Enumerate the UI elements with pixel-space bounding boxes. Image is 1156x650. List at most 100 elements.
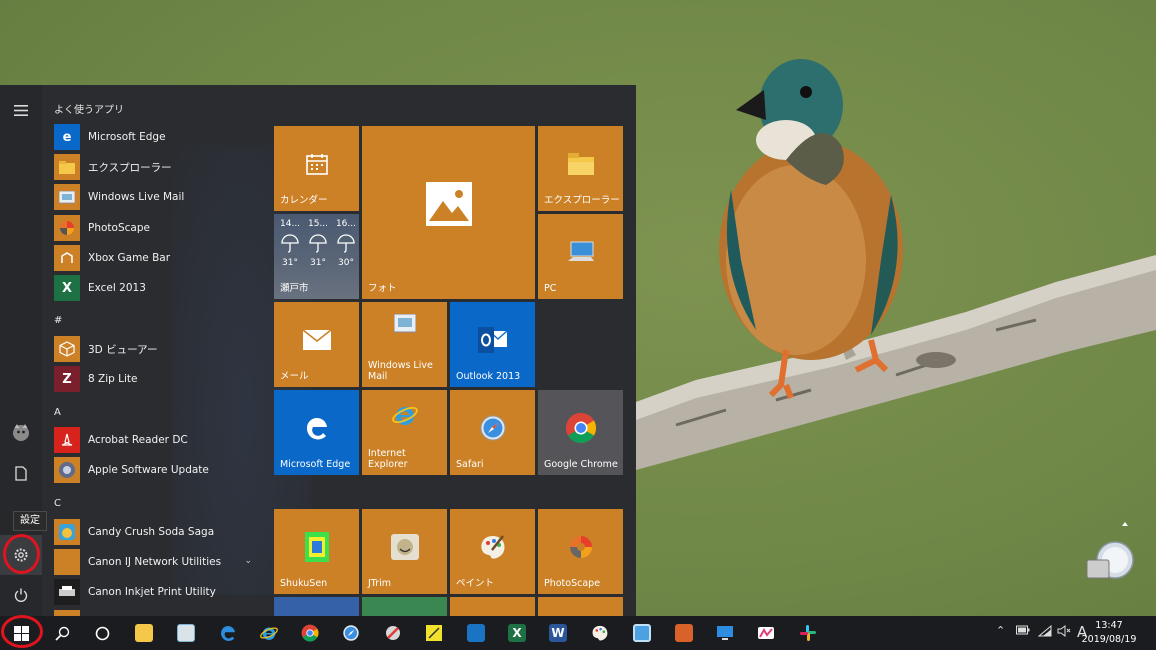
app-item-canon-inkjet-print-utility[interactable]: Canon Inkjet Print Utility	[54, 578, 262, 606]
mail-envelope-icon	[302, 330, 331, 351]
candy-crush-icon	[54, 519, 80, 545]
printer-icon	[54, 579, 80, 605]
tile-paint[interactable]: ペイント	[450, 509, 535, 594]
taskbar-paint[interactable]	[580, 616, 620, 650]
power-icon[interactable]	[0, 575, 42, 615]
app-item-windows-live-mail[interactable]: Windows Live Mail	[54, 183, 262, 211]
folder-icon	[567, 153, 594, 176]
tile-mail[interactable]: メール	[274, 302, 359, 387]
app-item-candy-crush-soda-saga[interactable]: Candy Crush Soda Saga	[54, 518, 262, 546]
taskbar-app-window[interactable]	[622, 616, 662, 650]
app-item-microsoft-edge[interactable]: e Microsoft Edge	[54, 123, 262, 151]
tile-google-chrome[interactable]: Google Chrome	[538, 390, 623, 475]
app-item-explorer[interactable]: エクスプローラー	[54, 153, 262, 181]
folder-icon	[135, 624, 153, 642]
tile-label: Safari	[456, 459, 484, 470]
wifi-icon[interactable]	[1037, 624, 1052, 640]
tile-photoscape[interactable]: PhotoScape	[538, 509, 623, 594]
taskbar-clock[interactable]: 13:47 2019/08/19	[1074, 619, 1144, 647]
taskbar-excel[interactable]: X	[497, 616, 537, 650]
taskbar-windows-live-mail[interactable]	[166, 616, 206, 650]
desktop-gadget-icon[interactable]	[1085, 522, 1135, 582]
8-zip-icon: Z	[54, 366, 80, 392]
app-label: 8 Zip Lite	[88, 373, 138, 385]
taskbar-explorer[interactable]	[124, 616, 164, 650]
excel-icon: X	[54, 275, 80, 301]
section-header-c[interactable]: C	[54, 498, 61, 509]
app-item-acrobat-reader-dc[interactable]: Acrobat Reader DC	[54, 426, 262, 454]
app-item-3d-viewer[interactable]: 3D ビューアー	[54, 335, 262, 363]
chrome-icon	[301, 624, 319, 642]
tile-explorer[interactable]: エクスプローラー	[538, 126, 623, 211]
app-item-8-zip-lite[interactable]: Z 8 Zip Lite	[54, 365, 262, 393]
app-blue-icon	[467, 624, 485, 642]
taskbar-paint-brush-app[interactable]	[373, 616, 413, 650]
taskbar-app-color[interactable]	[746, 616, 786, 650]
app-item-xbox-game-bar[interactable]: Xbox Game Bar	[54, 244, 262, 272]
tile-microsoft-edge[interactable]: Microsoft Edge	[274, 390, 359, 475]
section-header-a[interactable]: A	[54, 407, 61, 418]
search-button[interactable]	[42, 616, 82, 650]
highlight-circle-start	[1, 615, 43, 648]
volume-muted-icon[interactable]	[1057, 625, 1071, 640]
tile-partial-4[interactable]	[538, 597, 623, 616]
chevron-down-icon[interactable]: ⌄	[244, 556, 252, 566]
taskbar-edge[interactable]	[208, 616, 248, 650]
tile-shukusen[interactable]: ShukuSen	[274, 509, 359, 594]
paint-brush-icon	[386, 626, 400, 640]
taskbar-remote-desktop[interactable]	[705, 616, 745, 650]
cortana-circle-icon	[95, 626, 109, 640]
app-color-icon	[758, 627, 774, 639]
photoscape-icon	[54, 215, 80, 241]
apple-update-icon	[54, 457, 80, 483]
weather-days: 14... 15... 16...	[280, 219, 356, 229]
app-item-excel-2013[interactable]: X Excel 2013	[54, 274, 262, 302]
tile-partial-3[interactable]	[450, 597, 535, 616]
app-item-canon-ij-network-utilities[interactable]: Canon IJ Network Utilities ⌄	[54, 548, 262, 576]
app-item-apple-software-update[interactable]: Apple Software Update	[54, 456, 262, 484]
windows-live-mail-icon	[394, 314, 416, 333]
taskbar-chrome[interactable]	[290, 616, 330, 650]
umbrella-icon	[281, 234, 299, 253]
taskbar-word[interactable]: W	[538, 616, 578, 650]
tile-weather[interactable]: 14... 15... 16... 31° 31° 30° 瀬戸市	[274, 214, 359, 299]
tile-windows-live-mail[interactable]: Windows Live Mail	[362, 302, 447, 387]
app-list: よく使うアプリ e Microsoft Edge エクスプローラー Window…	[42, 85, 312, 616]
tile-outlook-2013[interactable]: Outlook 2013	[450, 302, 535, 387]
section-header-hash[interactable]: #	[54, 315, 62, 326]
tile-calendar[interactable]: カレンダー	[274, 126, 359, 211]
jtrim-icon	[390, 534, 419, 561]
documents-icon[interactable]	[0, 453, 42, 493]
tile-jtrim[interactable]: JTrim	[362, 509, 447, 594]
app-item-partial[interactable]	[54, 609, 262, 616]
cortana-button[interactable]	[82, 616, 122, 650]
3d-cube-icon	[54, 336, 80, 362]
battery-icon[interactable]	[1016, 625, 1030, 638]
tile-safari[interactable]: Safari	[450, 390, 535, 475]
tile-partial-2[interactable]	[362, 597, 447, 616]
tile-partial-1[interactable]	[274, 597, 359, 616]
tray-overflow-chevron-icon[interactable]: ⌃	[996, 624, 1005, 637]
taskbar-sticky-notes[interactable]	[414, 616, 454, 650]
taskbar-safari[interactable]	[331, 616, 371, 650]
taskbar-toolbox[interactable]	[664, 616, 704, 650]
tile-photos[interactable]: フォト	[362, 126, 535, 299]
app-item-photoscape[interactable]: PhotoScape	[54, 214, 262, 242]
remote-desktop-icon	[717, 626, 733, 640]
taskbar-internet-explorer[interactable]	[249, 616, 289, 650]
tile-label: カレンダー	[280, 195, 328, 206]
app-label: Excel 2013	[88, 282, 146, 294]
hamburger-menu-icon[interactable]	[0, 90, 42, 130]
tile-internet-explorer[interactable]: Internet Explorer	[362, 390, 447, 475]
user-avatar-icon[interactable]	[0, 413, 42, 453]
start-menu: よく使うアプリ e Microsoft Edge エクスプローラー Window…	[0, 85, 636, 616]
weather-location: 瀬戸市	[280, 283, 309, 294]
highlight-circle-settings	[3, 534, 40, 574]
taskbar-slack[interactable]	[788, 616, 828, 650]
tile-pc[interactable]: PC	[538, 214, 623, 299]
app-label: Xbox Game Bar	[88, 252, 171, 264]
app-label: Canon IJ Network Utilities	[88, 556, 222, 568]
clock-time: 13:47	[1095, 620, 1123, 631]
app-window-icon	[633, 624, 651, 642]
taskbar-app-blue[interactable]	[456, 616, 496, 650]
